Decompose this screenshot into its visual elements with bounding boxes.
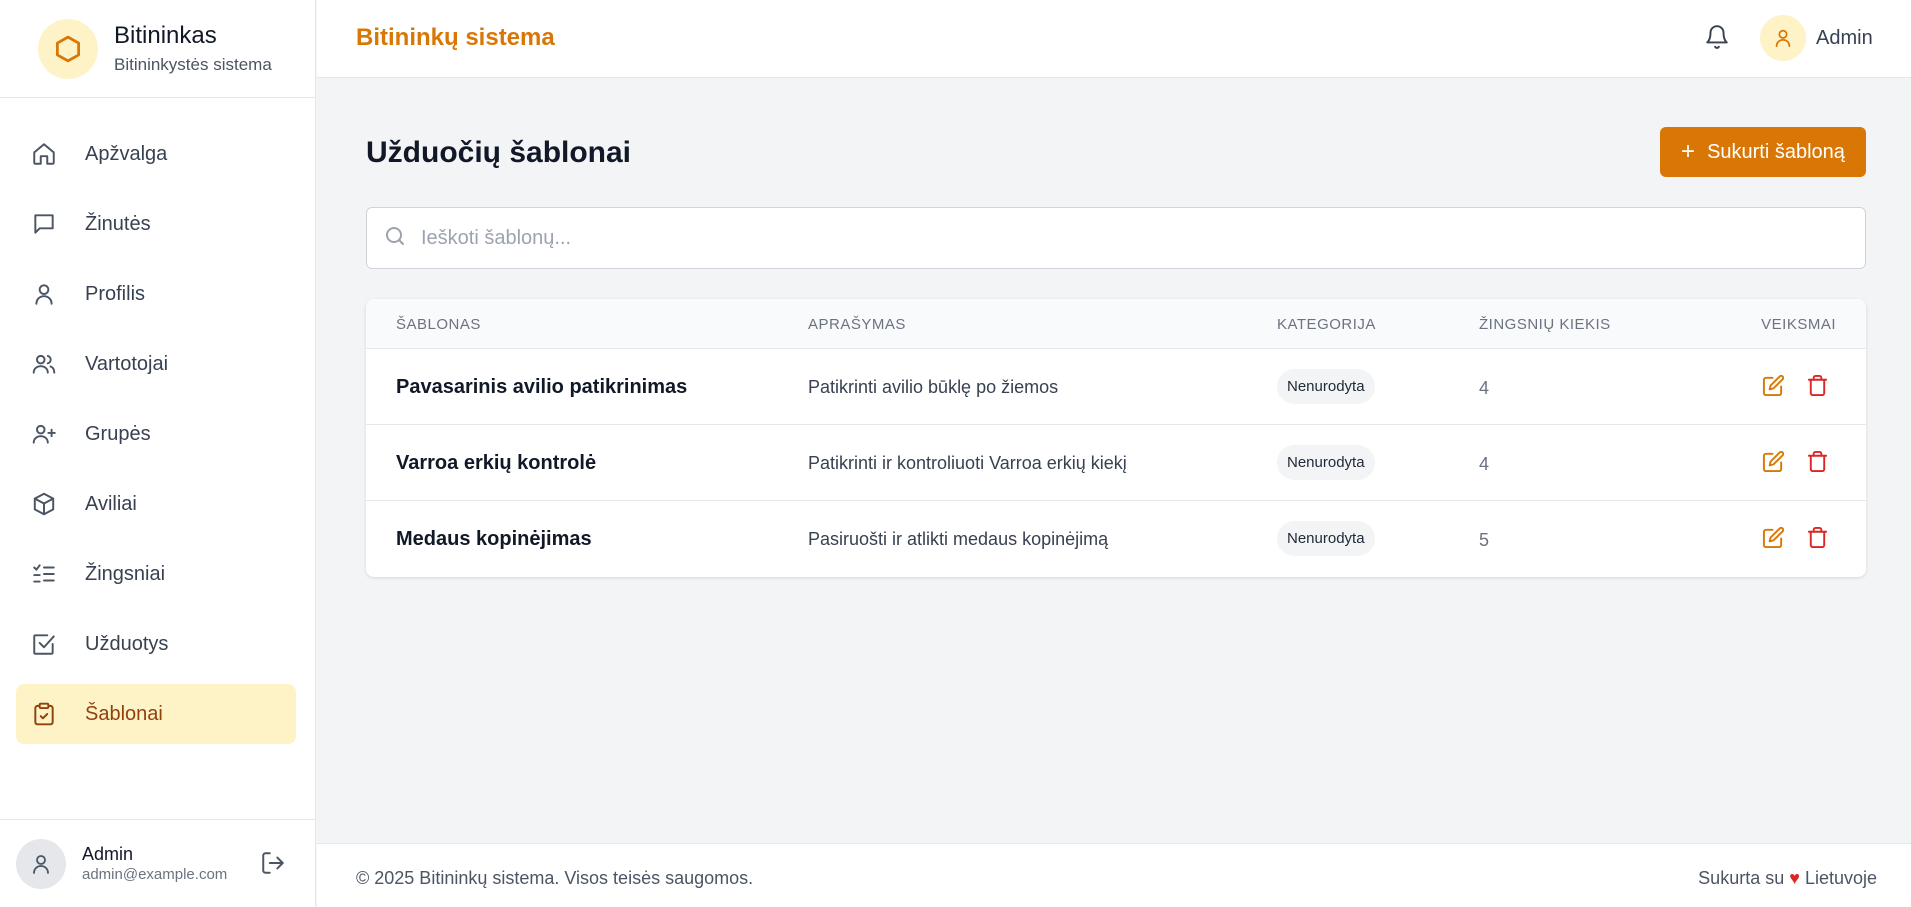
hexagon-icon bbox=[38, 18, 98, 79]
search-box bbox=[366, 207, 1866, 269]
sidebar-item-label: Užduotys bbox=[85, 632, 169, 655]
sidebar-item-apzvalga[interactable]: Apžvalga bbox=[16, 124, 296, 184]
top-header: Bitininkų sistema Admin bbox=[317, 0, 1911, 78]
avatar bbox=[16, 838, 66, 889]
trash-icon[interactable] bbox=[1805, 373, 1829, 397]
category-badge: Nenurodyta bbox=[1277, 521, 1375, 556]
column-header-actions: VEIKSMAI bbox=[1761, 316, 1836, 333]
logout-icon[interactable] bbox=[260, 850, 286, 881]
template-name: Pavasarinis avilio patikrinimas bbox=[396, 376, 688, 398]
template-description: Pasiruošti ir atlikti medaus kopinėjimą bbox=[808, 529, 1109, 549]
trash-icon[interactable] bbox=[1805, 525, 1829, 549]
sidebar-user-name: Admin bbox=[82, 843, 134, 864]
edit-icon[interactable] bbox=[1761, 525, 1785, 549]
table-header: ŠABLONAS APRAŠYMAS KATEGORIJA ŽINGSNIŲ K… bbox=[366, 299, 1866, 349]
user-icon bbox=[30, 280, 58, 308]
create-template-label: Sukurti šabloną bbox=[1707, 140, 1845, 163]
sidebar-item-uzduotys[interactable]: Užduotys bbox=[16, 614, 296, 674]
sidebar: Bitininkas Bitininkystės sistema Apžvalg… bbox=[0, 0, 316, 907]
search-icon bbox=[383, 224, 407, 253]
search-input[interactable] bbox=[421, 226, 1821, 250]
plus-icon: + bbox=[1681, 138, 1696, 165]
category-badge: Nenurodyta bbox=[1277, 445, 1375, 480]
trash-icon[interactable] bbox=[1805, 449, 1829, 473]
sidebar-item-profilis[interactable]: Profilis bbox=[16, 264, 296, 324]
table-row: Pavasarinis avilio patikrinimas Patikrin… bbox=[366, 349, 1866, 425]
page-title: Užduočių šablonai bbox=[366, 136, 632, 169]
sidebar-nav: Apžvalga Žinutės Profilis Vartotojai Gru… bbox=[16, 124, 296, 754]
list-checks-icon bbox=[30, 560, 58, 588]
brand-subtitle: Bitininkystės sistema bbox=[114, 54, 272, 74]
heart-icon: ♥ bbox=[1789, 868, 1800, 888]
column-header-template: ŠABLONAS bbox=[396, 316, 481, 333]
bell-icon[interactable] bbox=[1704, 24, 1730, 55]
sidebar-item-label: Žinutės bbox=[85, 212, 151, 235]
brand: Bitininkas Bitininkystės sistema bbox=[0, 0, 315, 98]
steps-count: 5 bbox=[1479, 530, 1490, 550]
page-footer: © 2025 Bitininkų sistema. Visos teisės s… bbox=[317, 843, 1911, 907]
made-in-text: Sukurta su ♥ Lietuvoje bbox=[1698, 868, 1877, 889]
message-icon bbox=[30, 210, 58, 238]
template-description: Patikrinti ir kontroliuoti Varroa erkių … bbox=[808, 453, 1127, 473]
steps-count: 4 bbox=[1479, 454, 1490, 474]
sidebar-user-email: admin@example.com bbox=[82, 865, 228, 883]
sidebar-item-aviliai[interactable]: Aviliai bbox=[16, 474, 296, 534]
users-icon bbox=[30, 350, 58, 378]
sidebar-item-label: Profilis bbox=[85, 282, 146, 305]
avatar bbox=[1760, 15, 1806, 61]
table-row: Varroa erkių kontrolė Patikrinti ir kont… bbox=[366, 425, 1866, 501]
made-suffix: Lietuvoje bbox=[1804, 868, 1877, 888]
category-badge: Nenurodyta bbox=[1277, 369, 1375, 404]
sidebar-item-label: Aviliai bbox=[85, 492, 137, 515]
sidebar-item-label: Šablonai bbox=[85, 702, 163, 725]
user-plus-icon bbox=[30, 420, 58, 448]
sidebar-item-sablonai[interactable]: Šablonai bbox=[16, 684, 296, 744]
header-user-menu[interactable]: Admin bbox=[1760, 15, 1873, 61]
create-template-button[interactable]: + Sukurti šabloną bbox=[1660, 127, 1866, 177]
sidebar-item-zinutes[interactable]: Žinutės bbox=[16, 194, 296, 254]
header-user-name: Admin bbox=[1816, 26, 1873, 49]
sidebar-item-vartotojai[interactable]: Vartotojai bbox=[16, 334, 296, 394]
sidebar-item-label: Vartotojai bbox=[85, 352, 169, 375]
edit-icon[interactable] bbox=[1761, 373, 1785, 397]
column-header-category: KATEGORIJA bbox=[1277, 316, 1376, 333]
brand-title: Bitininkas bbox=[114, 21, 217, 49]
box-icon bbox=[30, 490, 58, 518]
sidebar-item-label: Apžvalga bbox=[85, 142, 168, 165]
header-title: Bitininkų sistema bbox=[356, 24, 555, 51]
sidebar-item-label: Grupės bbox=[85, 422, 151, 445]
steps-count: 4 bbox=[1479, 378, 1490, 398]
column-header-description: APRAŠYMAS bbox=[808, 316, 906, 333]
edit-icon[interactable] bbox=[1761, 449, 1785, 473]
table-row: Medaus kopinėjimas Pasiruošti ir atlikti… bbox=[366, 501, 1866, 577]
templates-table: ŠABLONAS APRAŠYMAS KATEGORIJA ŽINGSNIŲ K… bbox=[366, 299, 1866, 577]
made-prefix: Sukurta su bbox=[1698, 868, 1785, 888]
check-square-icon bbox=[30, 630, 58, 658]
column-header-steps: ŽINGSNIŲ KIEKIS bbox=[1479, 316, 1611, 333]
home-icon bbox=[30, 140, 58, 168]
copyright-text: © 2025 Bitininkų sistema. Visos teisės s… bbox=[356, 868, 754, 888]
sidebar-user: Admin admin@example.com bbox=[0, 819, 316, 907]
sidebar-item-label: Žingsniai bbox=[85, 562, 166, 585]
sidebar-item-zingsniai[interactable]: Žingsniai bbox=[16, 544, 296, 604]
sidebar-item-grupes[interactable]: Grupės bbox=[16, 404, 296, 464]
template-name: Medaus kopinėjimas bbox=[396, 528, 592, 550]
clipboard-check-icon bbox=[30, 700, 58, 728]
template-description: Patikrinti avilio būklę po žiemos bbox=[808, 377, 1059, 397]
template-name: Varroa erkių kontrolė bbox=[396, 452, 597, 474]
